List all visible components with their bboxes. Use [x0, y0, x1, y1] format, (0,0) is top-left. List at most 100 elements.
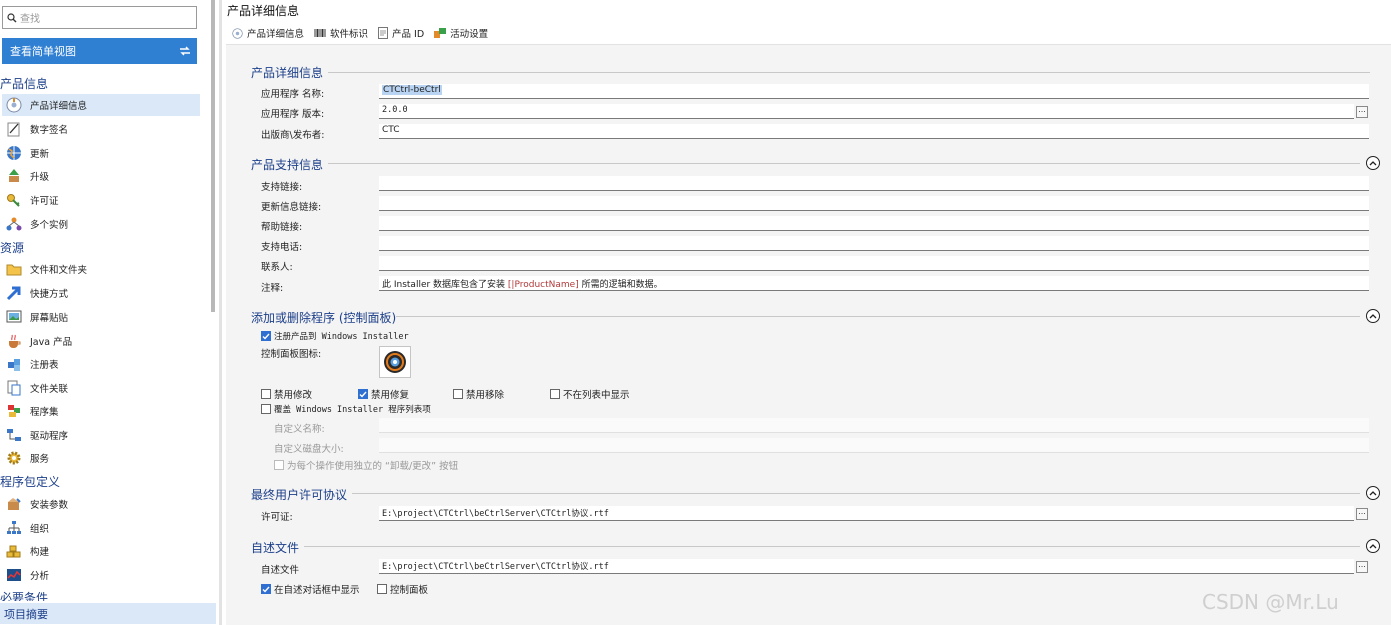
custom-size-label: 自定义磁盘大小:: [274, 444, 344, 455]
disable-remove-checkbox[interactable]: 禁用移除: [453, 387, 504, 401]
disable-remove-label: 禁用移除: [466, 390, 505, 401]
nav-item-registry[interactable]: 注册表: [2, 353, 200, 375]
tab-product-id[interactable]: 产品 ID: [378, 26, 424, 40]
disable-modify-checkbox[interactable]: 禁用修改: [261, 387, 312, 401]
hide-in-list-checkbox[interactable]: 不在列表中显示: [550, 387, 630, 401]
nav-item-multiple-instances[interactable]: 多个实例: [2, 213, 200, 235]
help-link-field[interactable]: [379, 216, 1369, 231]
nav-label: 许可证: [30, 196, 59, 207]
nav-item-files-folders[interactable]: 文件和文件夹: [2, 258, 200, 280]
nav-scrollbar[interactable]: [211, 0, 215, 312]
support-phone-field[interactable]: [379, 236, 1369, 251]
group-resources[interactable]: 资源: [0, 239, 24, 256]
app-name-field[interactable]: CTCtrl-beCtrl: [379, 84, 1369, 99]
group-product-info[interactable]: 产品信息: [0, 75, 48, 92]
screen-icon: [5, 308, 23, 326]
nav-item-product-details[interactable]: 产品详细信息: [2, 94, 200, 116]
nav-item-upgrade[interactable]: 升级: [2, 165, 200, 187]
nav-item-services[interactable]: 服务: [2, 447, 200, 469]
search-icon: [7, 12, 17, 22]
nav-item-java-product[interactable]: Java 产品: [2, 330, 200, 352]
group-requirements[interactable]: 必要条件: [0, 589, 48, 601]
nav-item-updates[interactable]: 更新: [2, 142, 200, 164]
app-version-value: 2.0.0: [382, 105, 408, 115]
comments-field[interactable]: 此 Installer 数据库包含了安装 [|ProductName] 所需的逻…: [379, 276, 1369, 291]
readme-browse-button[interactable]: ...: [1356, 561, 1368, 573]
pane-splitter[interactable]: [219, 0, 222, 625]
collapse-support-button[interactable]: [1366, 156, 1380, 170]
project-summary-tab[interactable]: 项目摘要: [0, 603, 216, 624]
app-version-field[interactable]: 2.0.0: [379, 104, 1354, 119]
register-product-checkbox[interactable]: 注册产品到 Windows Installer: [261, 330, 409, 342]
collapse-eula-button[interactable]: [1366, 486, 1380, 500]
contact-field[interactable]: [379, 256, 1369, 271]
custom-name-label: 自定义名称:: [274, 424, 325, 435]
tab-software-id[interactable]: 软件标识: [314, 26, 368, 40]
license-browse-button[interactable]: ...: [1356, 508, 1368, 520]
show-in-dialog-checkbox[interactable]: 在自述对话框中显示: [261, 582, 360, 596]
group-package-definition[interactable]: 程序包定义: [0, 473, 60, 490]
app-version-browse-button[interactable]: ...: [1356, 106, 1368, 118]
comments-suffix: 所需的逻辑和数据。: [578, 280, 663, 290]
separate-button-label: 为每个操作使用独立的 “卸载/更改” 按钮: [287, 461, 459, 472]
globe-icon: [5, 144, 23, 162]
nav-item-assemblies[interactable]: 程序集: [2, 400, 200, 422]
override-list-entry-checkbox[interactable]: 覆盖 Windows Installer 程序列表项: [261, 403, 431, 415]
update-link-field[interactable]: [379, 196, 1369, 211]
custom-size-field[interactable]: [379, 438, 1369, 453]
tab-activity-settings[interactable]: 活动设置: [434, 26, 488, 40]
nav-label: 屏幕贴贴: [30, 313, 69, 324]
nav-item-build[interactable]: 构建: [2, 540, 200, 562]
app-version-label: 应用程序 版本:: [261, 109, 325, 120]
registry-icon: [5, 355, 23, 373]
checkbox-checked-icon: [261, 584, 271, 594]
assemblies-icon: [5, 402, 23, 420]
barcode-icon: [314, 29, 326, 37]
simple-view-button[interactable]: 查看简单视图: [2, 38, 197, 64]
nav-item-organization[interactable]: 组织: [2, 517, 200, 539]
nav-item-license[interactable]: 许可证: [2, 189, 200, 211]
checkbox-unchecked-icon: [550, 389, 560, 399]
support-link-field[interactable]: [379, 176, 1369, 191]
nav-label: 服务: [30, 454, 50, 465]
signature-icon: [5, 120, 23, 138]
nav-label: 注册表: [30, 360, 59, 371]
product-details-tab-icon: [232, 27, 243, 39]
nav-item-drivers[interactable]: 驱动程序: [2, 424, 200, 446]
nav-item-shortcuts[interactable]: 快捷方式: [2, 282, 200, 304]
section-title-support: 产品支持信息: [251, 158, 324, 172]
nav-label: 分析: [30, 571, 50, 582]
disable-modify-label: 禁用修改: [274, 390, 313, 401]
collapse-arp-button[interactable]: [1366, 309, 1380, 323]
control-panel-icon-picker[interactable]: [379, 346, 411, 378]
checkbox-checked-icon: [358, 389, 368, 399]
nav-item-file-assoc[interactable]: 文件关联: [2, 377, 200, 399]
separate-button-checkbox[interactable]: 为每个操作使用独立的 “卸载/更改” 按钮: [274, 458, 458, 472]
tab-label: 活动设置: [450, 29, 489, 40]
disable-repair-checkbox[interactable]: 禁用修复: [358, 387, 409, 401]
nav-item-screen-paste[interactable]: 屏幕贴贴: [2, 306, 200, 328]
collapse-readme-button[interactable]: [1366, 539, 1380, 553]
swap-icon: [180, 46, 190, 56]
license-path-field[interactable]: E:\project\CTCtrl\beCtrlServer\CTCtrl协议.…: [379, 506, 1354, 521]
nav-label: 更新: [30, 149, 50, 160]
control-panel-checkbox[interactable]: 控制面板: [377, 582, 428, 596]
nav-item-analysis[interactable]: 分析: [2, 564, 200, 586]
tab-product-details[interactable]: 产品详细信息: [232, 26, 304, 40]
license-label: 许可证:: [261, 512, 293, 523]
search-input[interactable]: 查找: [2, 6, 197, 29]
nav-label: 数字签名: [30, 125, 69, 136]
nav-item-digital-signature[interactable]: 数字签名: [2, 118, 200, 140]
readme-path-field[interactable]: E:\project\CTCtrl\beCtrlServer\CTCtrl协议.…: [379, 559, 1354, 574]
nav-item-install-params[interactable]: 安装参数: [2, 493, 200, 515]
install-params-icon: [5, 495, 23, 513]
custom-name-field[interactable]: [379, 418, 1369, 433]
drivers-icon: [5, 426, 23, 444]
app-name-label: 应用程序 名称:: [261, 89, 325, 100]
upgrade-icon: [5, 167, 23, 185]
nav-label: Java 产品: [30, 337, 73, 348]
readme-label: 自述文件: [261, 565, 300, 576]
watermark: CSDN @Mr.Lu: [1202, 590, 1339, 614]
publisher-field[interactable]: CTC: [379, 124, 1369, 139]
shortcut-arrow-icon: [5, 284, 23, 302]
